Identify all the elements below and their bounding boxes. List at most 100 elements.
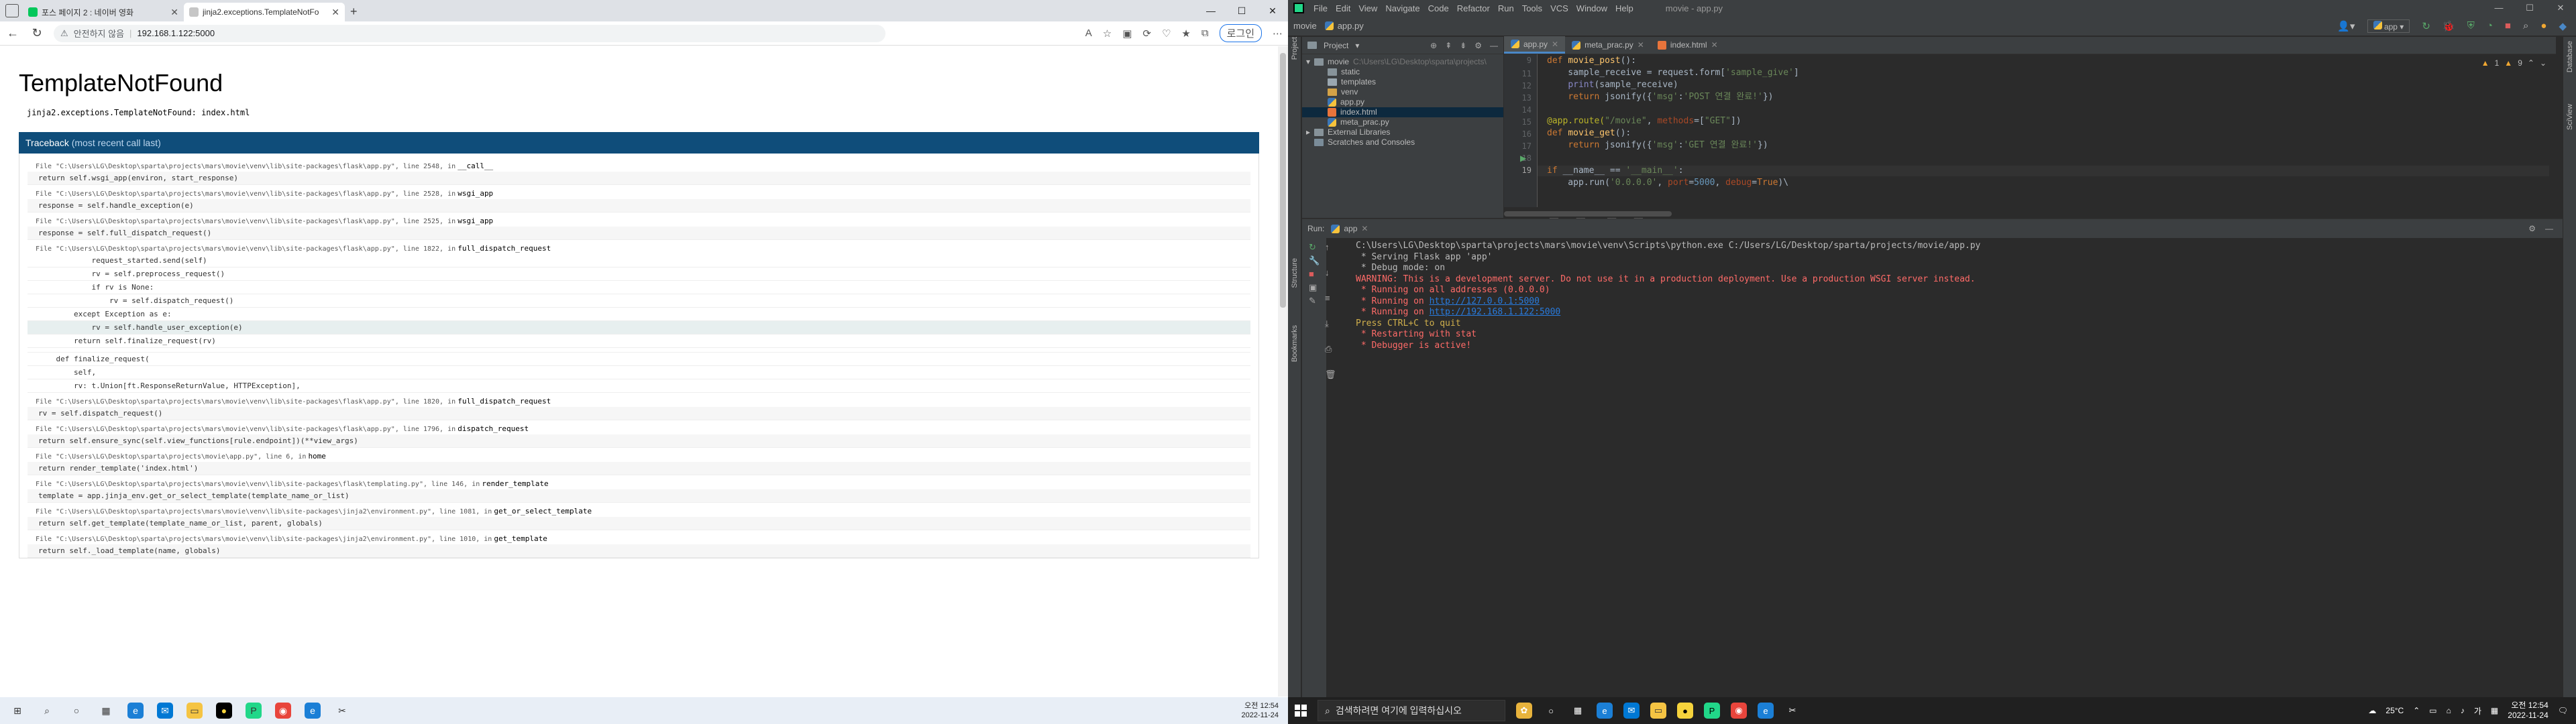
traceback-frame[interactable]: File "C:\Users\LG\Desktop\sparta\project… <box>28 393 1250 420</box>
menu-navigate[interactable]: Navigate <box>1385 3 1419 13</box>
widgets-icon[interactable]: ▦ <box>1570 703 1586 719</box>
search-everywhere-icon[interactable]: ⌕ <box>2523 20 2528 32</box>
notification-icon[interactable]: 🗨 <box>2558 706 2568 715</box>
updates-icon[interactable]: ● <box>2540 20 2546 32</box>
close-tab-icon[interactable]: ✕ <box>1638 40 1644 50</box>
collapse-all-icon[interactable]: ⇞ <box>1445 41 1452 50</box>
traceback-frame[interactable]: File "C:\Users\LG\Desktop\sparta\project… <box>28 475 1250 503</box>
chrome-icon[interactable]: ◉ <box>1731 703 1747 719</box>
minimize-icon[interactable]: — <box>1195 0 1226 21</box>
extension-icon[interactable]: ▣ <box>1122 27 1132 40</box>
battery-icon[interactable]: ▭ <box>2429 706 2436 715</box>
read-aloud-icon[interactable]: A <box>1085 27 1092 39</box>
code-lines[interactable]: def movie_post(): sample_receive = reque… <box>1547 54 2549 207</box>
scroll-thumb[interactable] <box>1280 53 1286 308</box>
volume-icon[interactable]: ♪ <box>2461 706 2465 715</box>
menu-code[interactable]: Code <box>1428 3 1449 13</box>
mail-icon[interactable]: ✉ <box>1623 703 1640 719</box>
bookmarks-tool-tab[interactable]: Bookmarks <box>1291 325 1299 362</box>
address-bar[interactable]: ⚠ 안전하지 않음 | 192.168.1.122:5000 <box>54 24 885 42</box>
close-tab-icon[interactable]: ✕ <box>170 7 178 18</box>
project-tool-tab[interactable]: Project <box>1291 37 1299 60</box>
menu-file[interactable]: File <box>1313 3 1328 13</box>
edge-dev-icon[interactable]: e <box>1758 703 1774 719</box>
trash-icon[interactable]: 🗑 <box>1325 369 1336 383</box>
structure-tool-tab[interactable]: Structure <box>1291 258 1299 288</box>
wrench-icon[interactable]: 🔧 <box>1309 255 1326 269</box>
mail-icon[interactable]: ✉ <box>157 703 173 719</box>
tree-item-app-py[interactable]: app.py <box>1302 97 1503 107</box>
menu-refactor[interactable]: Refactor <box>1457 3 1490 13</box>
kakaotalk-icon[interactable]: ● <box>1677 703 1693 719</box>
menu-view[interactable]: View <box>1358 3 1377 13</box>
scroll-end-icon[interactable]: ⤓ <box>1325 318 1329 332</box>
locate-icon[interactable]: ⊕ <box>1430 41 1437 50</box>
expand-all-icon[interactable]: ⇟ <box>1460 41 1466 50</box>
soft-wrap-icon[interactable]: ≡ <box>1325 293 1330 306</box>
close-tab-icon[interactable]: ✕ <box>331 7 339 18</box>
maximize-icon[interactable]: ☐ <box>2514 0 2545 16</box>
taskbar-search[interactable]: ⌕ 검색하려면 여기에 입력하십시오 <box>1318 700 1505 721</box>
traceback-frame[interactable]: File "C:\Users\LG\Desktop\sparta\project… <box>28 420 1250 448</box>
more-icon[interactable]: ⋯ <box>1273 27 1283 40</box>
tree-scratches[interactable]: Scratches and Consoles <box>1302 137 1503 147</box>
snip-icon[interactable]: ✂ <box>334 703 350 719</box>
ide-logo-icon[interactable]: ◆ <box>2559 20 2567 32</box>
pin-icon[interactable]: ✎ <box>1309 296 1326 309</box>
tree-item-templates[interactable]: templates <box>1302 77 1503 87</box>
close-tab-icon[interactable]: ✕ <box>1711 40 1718 50</box>
tree-external-libraries[interactable]: ▸ External Libraries <box>1302 127 1503 137</box>
traceback-frame[interactable]: File "C:\Users\LG\Desktop\sparta\project… <box>28 158 1250 185</box>
sciview-tool-tab[interactable]: SciView <box>2566 104 2574 130</box>
new-tab-icon[interactable]: + <box>350 5 358 19</box>
split-icon[interactable]: ⧉ <box>1201 27 1209 39</box>
rerun-icon[interactable]: ↻ <box>2422 20 2430 32</box>
pycharm-icon[interactable]: P <box>1704 703 1720 719</box>
breadcrumb-project[interactable]: movie <box>1293 21 1317 31</box>
back-icon[interactable]: ← <box>5 26 20 40</box>
profile-icon[interactable]: ◔ <box>2487 20 2493 32</box>
gear-icon[interactable]: ⚙ <box>1474 41 1482 50</box>
menu-window[interactable]: Window <box>1576 3 1607 13</box>
clock[interactable]: 오전 12:54 2022-11-24 <box>1242 701 1279 720</box>
console-link-local[interactable]: http://127.0.0.1:5000 <box>1430 296 1540 306</box>
hide-icon[interactable]: — <box>2545 224 2553 233</box>
print-icon[interactable]: ⎙ <box>1325 344 1332 357</box>
menu-edit[interactable]: Edit <box>1336 3 1350 13</box>
scroll-down-icon[interactable]: ↓ <box>1325 267 1330 281</box>
chevron-down-icon[interactable]: ▾ <box>1355 41 1359 50</box>
camera-icon[interactable]: ▣ <box>1309 282 1326 296</box>
tree-item-index-html[interactable]: index.html <box>1302 107 1503 117</box>
tree-root[interactable]: ▾ movie C:\Users\LG\Desktop\sparta\proje… <box>1302 57 1503 67</box>
editor-tab-meta-prac[interactable]: meta_prac.py ✕ <box>1565 36 1651 54</box>
explorer-icon[interactable]: ▭ <box>1650 703 1666 719</box>
explorer-icon[interactable]: ▭ <box>186 703 203 719</box>
windows-icon[interactable]: ⊞ <box>9 703 25 719</box>
url-text[interactable]: 192.168.1.122:5000 <box>137 28 215 38</box>
chevron-right-icon[interactable]: ▸ <box>1306 127 1310 137</box>
menu-help[interactable]: Help <box>1615 3 1633 13</box>
network-icon[interactable]: ⌂ <box>2447 706 2451 715</box>
tab-naver-movie[interactable]: 포스 페이지 2 : 네이버 영화 ✕ <box>23 3 184 21</box>
collections-icon[interactable]: ♡ <box>1162 27 1171 40</box>
search-icon[interactable]: ⌕ <box>39 703 55 719</box>
project-view-select[interactable]: Project <box>1324 41 1348 50</box>
sunflower-widget-icon[interactable]: ✿ <box>1516 703 1532 719</box>
favorite-icon[interactable]: ☆ <box>1103 27 1112 40</box>
widgets-icon[interactable]: ▦ <box>98 703 114 719</box>
traceback-frame[interactable]: File "C:\Users\LG\Desktop\sparta\project… <box>28 240 1250 393</box>
database-tool-tab[interactable]: Database <box>2566 41 2574 72</box>
stop-icon[interactable]: ■ <box>1309 269 1326 282</box>
tree-item-venv[interactable]: venv <box>1302 87 1503 97</box>
debug-icon[interactable]: 🐞 <box>2443 20 2455 32</box>
traceback-frame[interactable]: File "C:\Users\LG\Desktop\sparta\project… <box>28 185 1250 213</box>
user-icon[interactable]: 👤▾ <box>2337 20 2355 32</box>
breadcrumb-file[interactable]: app.py <box>1324 21 1364 31</box>
coverage-icon[interactable]: ⛨ <box>2467 20 2475 32</box>
traceback-frame[interactable]: File "C:\Users\LG\Desktop\sparta\project… <box>28 448 1250 475</box>
close-tab-icon[interactable]: ✕ <box>1552 40 1558 49</box>
weather-icon[interactable]: ☁ <box>2368 706 2376 715</box>
page-scrollbar[interactable] <box>1278 46 1288 697</box>
close-tab-icon[interactable]: ✕ <box>1361 224 1368 233</box>
tree-item-meta-prac[interactable]: meta_prac.py <box>1302 117 1503 127</box>
